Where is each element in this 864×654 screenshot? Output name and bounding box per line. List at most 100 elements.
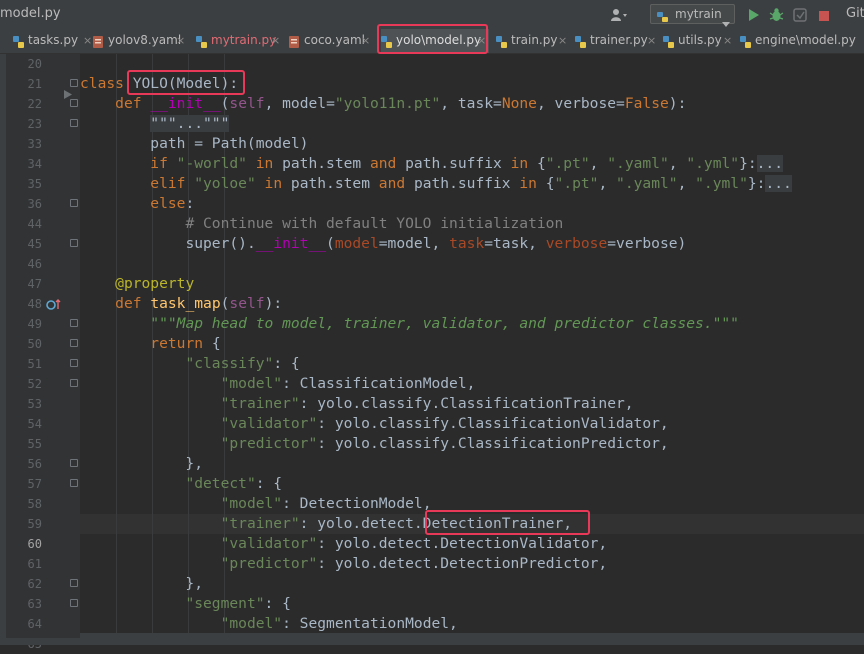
run-configuration-selector[interactable]: mytrain [650,4,735,27]
close-tab-icon[interactable]: × [83,34,92,47]
code-token: def [115,295,151,312]
line-number[interactable]: 45 [12,234,42,254]
code-token: "-world" [176,155,247,172]
fold-marker-icon[interactable] [70,119,78,127]
code-line: path = Path(model) [80,134,308,154]
line-number[interactable]: 61 [12,554,42,574]
close-tab-icon[interactable]: × [176,34,185,47]
tab-mytrain-py[interactable]: mytrain.py × [196,29,282,53]
line-number[interactable]: 48 [12,294,42,314]
close-tab-icon[interactable]: × [361,34,370,47]
line-number[interactable]: 53 [12,394,42,414]
line-number[interactable]: 50 [12,334,42,354]
tab-utils-py[interactable]: utils.py × [663,29,735,53]
line-number[interactable]: 35 [12,174,42,194]
code-token: =model, [378,235,450,252]
line-number[interactable]: 56 [12,454,42,474]
code-token: , model= [264,95,335,112]
code-token: "segment" [185,595,265,612]
code-line: "validator": yolo.classify.Classificatio… [80,414,669,434]
fold-marker-icon[interactable] [70,379,78,387]
tab-coco-yaml[interactable]: coco.yaml × [289,29,374,53]
fold-marker-icon[interactable] [70,239,78,247]
line-number[interactable]: 34 [12,154,42,174]
code-token: YOLO(Model): [132,75,239,92]
fold-marker-icon[interactable] [70,579,78,587]
code-editor[interactable]: class YOLO(Model): def __init__(self, mo… [80,54,864,638]
window-file-title: model.py [0,6,61,21]
fold-marker-icon[interactable] [70,339,78,347]
line-number[interactable]: 59 [12,514,42,534]
code-line: return { [80,334,220,354]
coverage-icon[interactable] [793,7,807,26]
line-number[interactable]: 51 [12,354,42,374]
line-number[interactable]: 20 [12,54,42,74]
line-number[interactable]: 54 [12,414,42,434]
code-token: }: [747,175,766,192]
code-line: class YOLO(Model): [80,74,238,94]
code-token: ".yml" [695,175,748,192]
tab-yolov8-yaml[interactable]: yolov8.yaml × [93,29,189,53]
line-number[interactable]: 47 [12,274,42,294]
override-method-icon[interactable] [46,296,62,315]
line-number[interactable]: 58 [12,494,42,514]
python-file-icon [740,34,752,53]
line-number[interactable]: 49 [12,314,42,334]
close-tab-icon[interactable]: × [723,34,732,47]
tab-trainer-py[interactable]: trainer.py × [575,29,657,53]
line-number[interactable]: 21 [12,74,42,94]
line-number[interactable]: 64 [12,614,42,634]
line-number[interactable]: 60 [12,534,42,554]
code-token: path.stem [290,175,379,192]
code-token: : yolo.classify.ClassificationValidator, [317,415,669,432]
line-number[interactable]: 57 [12,474,42,494]
line-number[interactable]: 22 [12,94,42,114]
code-line: "classify": { [80,354,299,374]
close-tab-icon[interactable]: × [477,34,486,47]
line-number[interactable]: 33 [12,134,42,154]
fold-marker-icon[interactable] [70,459,78,467]
line-number[interactable]: 52 [12,374,42,394]
git-menu-label[interactable]: Git: [846,6,864,21]
line-number[interactable]: 44 [12,214,42,234]
code-line: if "-world" in path.stem and path.suffix… [80,154,783,174]
code-line: "model": ClassificationModel, [80,374,476,394]
code-token: verbose [545,235,608,252]
fold-marker-icon[interactable] [70,359,78,367]
user-icon[interactable] [610,7,628,26]
line-number[interactable]: 63 [12,594,42,614]
code-token: }, [80,575,204,592]
close-tab-icon[interactable]: × [558,34,567,47]
fold-marker-icon[interactable] [70,599,78,607]
fold-marker-icon[interactable] [70,199,78,207]
stop-icon[interactable] [818,7,830,26]
code-token: self [229,95,265,112]
tab-label: engine\model.py [755,33,856,47]
tab-yolo-model-py[interactable]: yolo\model.py × [381,29,489,53]
debug-icon[interactable] [769,7,784,26]
code-token: task [449,235,485,252]
run-icon[interactable] [747,7,761,26]
tab-train-py[interactable]: train.py × [496,29,568,53]
code-token: None [501,95,537,112]
code-token: "model" [220,495,283,512]
fold-marker-icon[interactable] [70,479,78,487]
line-number[interactable]: 46 [12,254,42,274]
close-tab-icon[interactable]: × [271,34,280,47]
code-token: "model" [220,375,283,392]
line-number[interactable]: 23 [12,114,42,134]
tab-tasks-py[interactable]: tasks.py × [13,29,93,53]
fold-marker-icon[interactable] [70,319,78,327]
code-token: ".yml" [686,155,740,172]
line-number[interactable]: 62 [12,574,42,594]
line-number[interactable]: 36 [12,194,42,214]
tab-engine-model-py[interactable]: engine\model.py [740,29,864,53]
run-gutter-icon[interactable] [64,84,72,103]
close-tab-icon[interactable]: × [647,34,656,47]
code-line: super().__init__(model=model, task=task,… [80,234,686,254]
line-number[interactable]: 55 [12,434,42,454]
